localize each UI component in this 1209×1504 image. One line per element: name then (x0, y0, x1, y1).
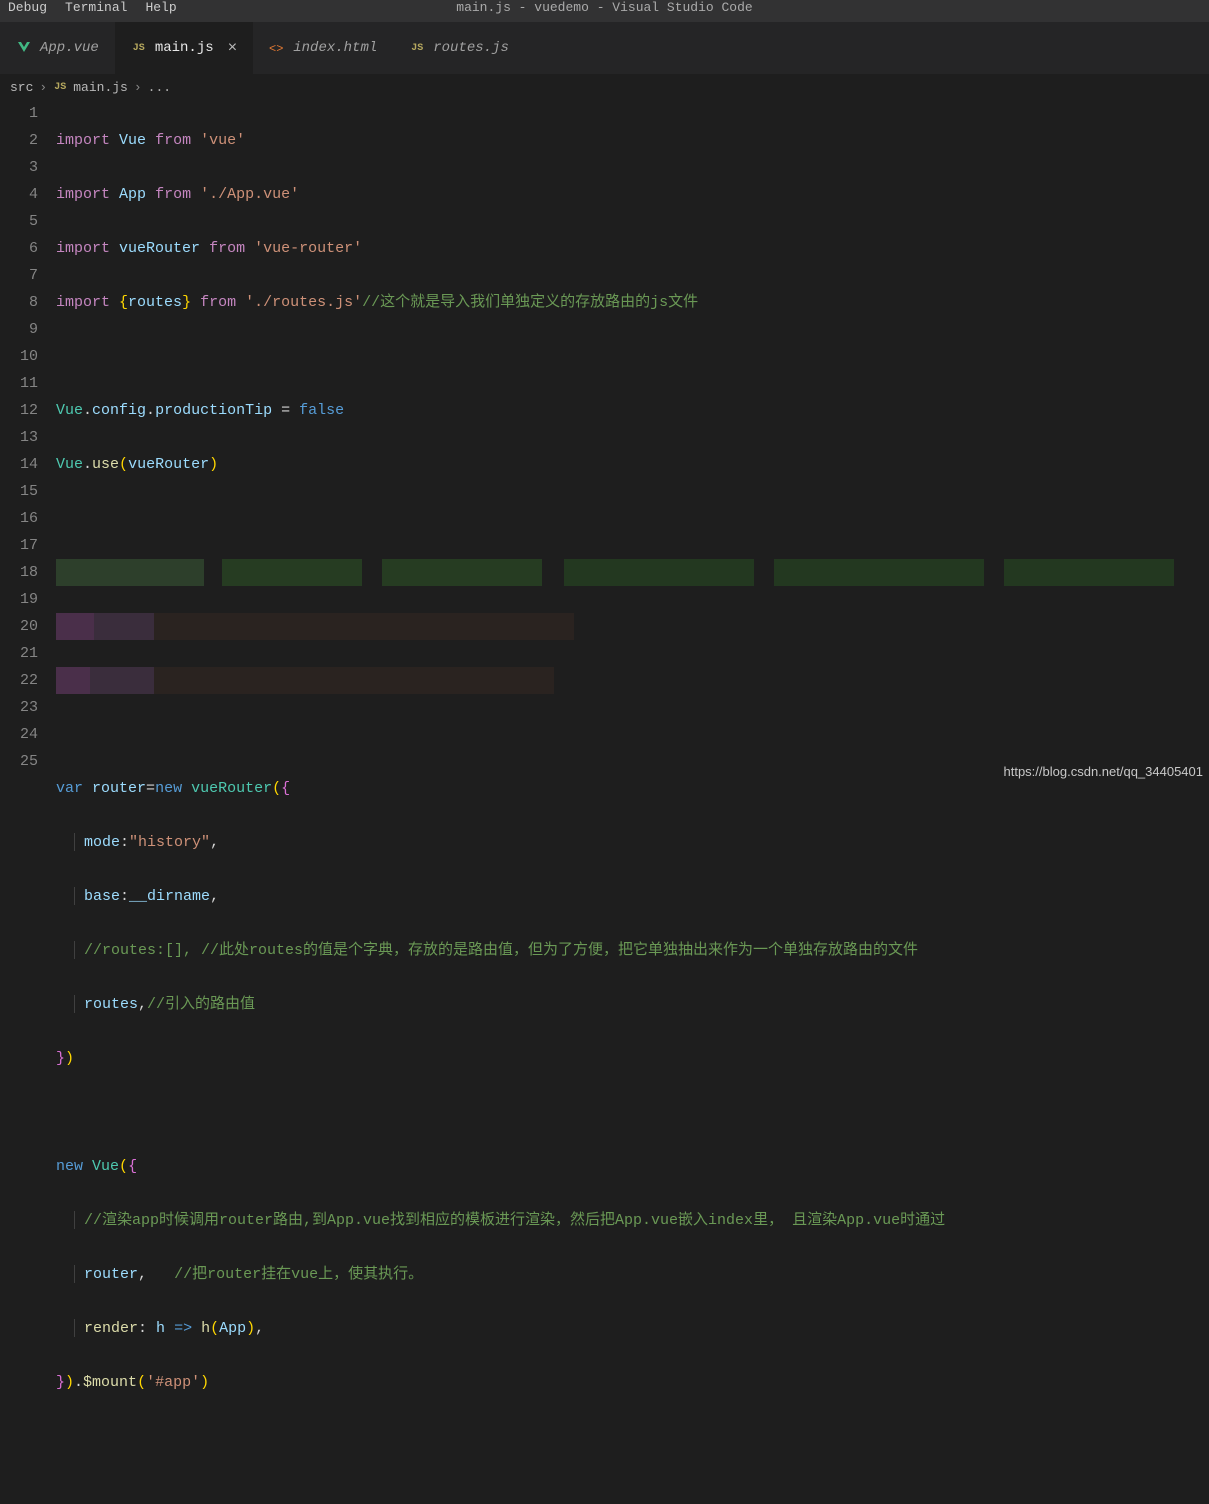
tab-label: main.js (155, 40, 214, 56)
tab-main-js[interactable]: JS main.js × (115, 22, 253, 74)
lineno: 18 (0, 559, 38, 586)
code-area[interactable]: import Vue from 'vue' import App from '.… (56, 100, 1209, 1504)
code-line[interactable]: new Vue({ (56, 1153, 1209, 1180)
lineno: 14 (0, 451, 38, 478)
lineno: 24 (0, 721, 38, 748)
redacted-line (56, 613, 1209, 640)
lineno: 20 (0, 613, 38, 640)
lineno: 6 (0, 235, 38, 262)
code-line[interactable]: //渲染app时候调用router路由,到App.vue找到相应的模板进行渲染，… (56, 1207, 1209, 1234)
lineno: 9 (0, 316, 38, 343)
lineno: 7 (0, 262, 38, 289)
js-icon: JS (53, 82, 67, 93)
redacted-line (56, 559, 1209, 586)
menu-help[interactable]: Help (145, 0, 176, 15)
menu-terminal[interactable]: Terminal (65, 0, 127, 15)
code-line[interactable]: router, //把router挂在vue上，使其执行。 (56, 1261, 1209, 1288)
lineno: 10 (0, 343, 38, 370)
code-line[interactable]: render: h => h(App), (56, 1315, 1209, 1342)
code-line[interactable]: import vueRouter from 'vue-router' (56, 235, 1209, 262)
code-line[interactable] (56, 1423, 1209, 1450)
code-line[interactable] (56, 721, 1209, 748)
code-line[interactable]: import {routes} from './routes.js'//这个就是… (56, 289, 1209, 316)
redacted-line (56, 667, 1209, 694)
lineno: 15 (0, 478, 38, 505)
lineno: 2 (0, 127, 38, 154)
lineno: 11 (0, 370, 38, 397)
tab-label: App.vue (40, 40, 99, 56)
line-gutter: 1 2 3 4 5 6 7 8 9 10 11 12 13 14 15 16 1… (0, 100, 56, 1504)
code-line[interactable] (56, 505, 1209, 532)
html-icon: <> (269, 40, 285, 56)
editor[interactable]: 1 2 3 4 5 6 7 8 9 10 11 12 13 14 15 16 1… (0, 100, 1209, 1504)
code-line[interactable]: Vue.config.productionTip = false (56, 397, 1209, 424)
lineno: 22 (0, 667, 38, 694)
code-line[interactable]: //routes:[], //此处routes的值是个字典，存放的是路由值，但为… (56, 937, 1209, 964)
tab-bar: App.vue JS main.js × <> index.html JS ro… (0, 22, 1209, 74)
lineno: 13 (0, 424, 38, 451)
code-line[interactable]: Vue.use(vueRouter) (56, 451, 1209, 478)
breadcrumb-ellipsis[interactable]: ... (148, 80, 171, 95)
lineno: 16 (0, 505, 38, 532)
tab-app-vue[interactable]: App.vue (0, 22, 115, 74)
svg-text:<>: <> (269, 42, 283, 56)
code-line[interactable] (56, 343, 1209, 370)
lineno: 8 (0, 289, 38, 316)
tab-routes-js[interactable]: JS routes.js (393, 22, 525, 74)
menu-debug[interactable]: Debug (8, 0, 47, 15)
tab-label: index.html (293, 40, 377, 56)
lineno: 19 (0, 586, 38, 613)
code-line[interactable]: }).$mount('#app') (56, 1369, 1209, 1396)
close-icon[interactable]: × (228, 39, 238, 57)
tab-label: routes.js (433, 40, 509, 56)
breadcrumb-seg[interactable]: main.js (73, 80, 128, 95)
lineno: 5 (0, 208, 38, 235)
code-line[interactable]: var router=new vueRouter({ (56, 775, 1209, 802)
breadcrumb[interactable]: src › JS main.js › ... (0, 74, 1209, 100)
lineno: 25 (0, 748, 38, 775)
js-icon: JS (409, 40, 425, 56)
code-line[interactable]: import App from './App.vue' (56, 181, 1209, 208)
watermark: https://blog.csdn.net/qq_34405401 (1004, 764, 1204, 779)
lineno: 1 (0, 100, 38, 127)
menu-bar: Debug Terminal Help main.js - vuedemo - … (0, 0, 1209, 22)
vue-icon (16, 40, 32, 56)
lineno: 3 (0, 154, 38, 181)
lineno: 17 (0, 532, 38, 559)
code-line[interactable]: base:__dirname, (56, 883, 1209, 910)
lineno: 21 (0, 640, 38, 667)
code-line[interactable]: routes,//引入的路由值 (56, 991, 1209, 1018)
lineno: 12 (0, 397, 38, 424)
window-title: main.js - vuedemo - Visual Studio Code (0, 0, 1209, 15)
code-line[interactable]: import Vue from 'vue' (56, 127, 1209, 154)
js-icon: JS (131, 40, 147, 56)
chevron-right-icon: › (39, 80, 47, 95)
code-line[interactable]: mode:"history", (56, 829, 1209, 856)
lineno: 23 (0, 694, 38, 721)
code-line[interactable] (56, 1099, 1209, 1126)
code-line[interactable]: }) (56, 1045, 1209, 1072)
chevron-right-icon: › (134, 80, 142, 95)
breadcrumb-seg[interactable]: src (10, 80, 33, 95)
lineno: 4 (0, 181, 38, 208)
tab-index-html[interactable]: <> index.html (253, 22, 393, 74)
